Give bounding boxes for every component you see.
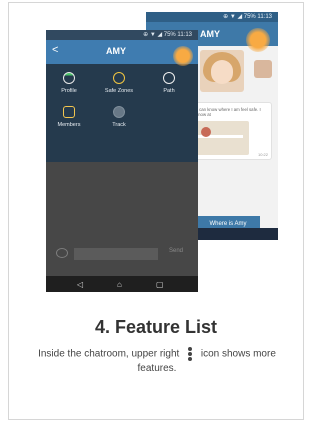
back-chevron-icon[interactable]: < bbox=[52, 44, 58, 56]
message-time: 10:22 bbox=[258, 152, 269, 157]
feature-members[interactable]: Members bbox=[50, 106, 88, 134]
send-button[interactable]: Send bbox=[169, 248, 183, 254]
where-is-name: Amy bbox=[234, 221, 247, 227]
feature-label: Track bbox=[112, 122, 126, 128]
android-nav-bar: ◁ ⌂ ▢ bbox=[46, 276, 198, 292]
feature-description: Inside the chatroom, upper right icon sh… bbox=[24, 346, 290, 375]
feature-track[interactable]: Track bbox=[100, 106, 138, 134]
feature-panel: Profile Safe Zones Path Members Track bbox=[46, 64, 198, 162]
feature-safe-zones[interactable]: Safe Zones bbox=[100, 72, 138, 100]
map-thumbnail bbox=[191, 121, 249, 155]
message-input[interactable] bbox=[74, 248, 158, 260]
feature-label: Safe Zones bbox=[104, 88, 134, 94]
kebab-menu-icon bbox=[188, 346, 193, 362]
home-icon[interactable]: ⌂ bbox=[117, 280, 122, 289]
safe-zone-icon bbox=[113, 72, 125, 84]
description-text-before: Inside the chatroom, upper right bbox=[38, 348, 180, 360]
map-pin-icon bbox=[201, 127, 211, 137]
feature-label: Path bbox=[163, 88, 175, 94]
status-bar: ⊕ ▼ ◢ 75% 11:13 bbox=[146, 12, 278, 22]
recent-apps-icon[interactable]: ▢ bbox=[156, 280, 164, 289]
front-phone-screen: ⊕ ▼ ◢ 75% 11:13 < AMY Profile Safe Zones… bbox=[46, 30, 198, 292]
back-triangle-icon[interactable]: ◁ bbox=[77, 280, 83, 289]
feature-label: Profile bbox=[61, 88, 77, 94]
feature-path[interactable]: Path bbox=[150, 72, 188, 100]
message-text: you can know where I am feel safe. I am … bbox=[191, 107, 261, 117]
menu-highlight-icon bbox=[246, 28, 270, 52]
feature-title: 4. Feature List bbox=[94, 317, 218, 337]
members-icon bbox=[63, 106, 75, 118]
contact-photo bbox=[200, 50, 244, 92]
chat-title: AMY bbox=[200, 29, 220, 39]
location-icon[interactable] bbox=[56, 248, 68, 258]
feature-profile[interactable]: Profile bbox=[50, 72, 88, 100]
chat-title: AMY bbox=[106, 46, 126, 56]
path-icon bbox=[163, 72, 175, 84]
small-avatar bbox=[254, 60, 272, 78]
where-is-label: Where is bbox=[209, 221, 234, 227]
photo-face bbox=[211, 60, 233, 84]
feature-label: Members bbox=[57, 122, 81, 128]
profile-icon bbox=[63, 72, 75, 84]
menu-highlight-icon bbox=[173, 46, 193, 66]
track-icon bbox=[113, 106, 125, 118]
status-bar: ⊕ ▼ ◢ 75% 11:13 bbox=[46, 30, 198, 40]
